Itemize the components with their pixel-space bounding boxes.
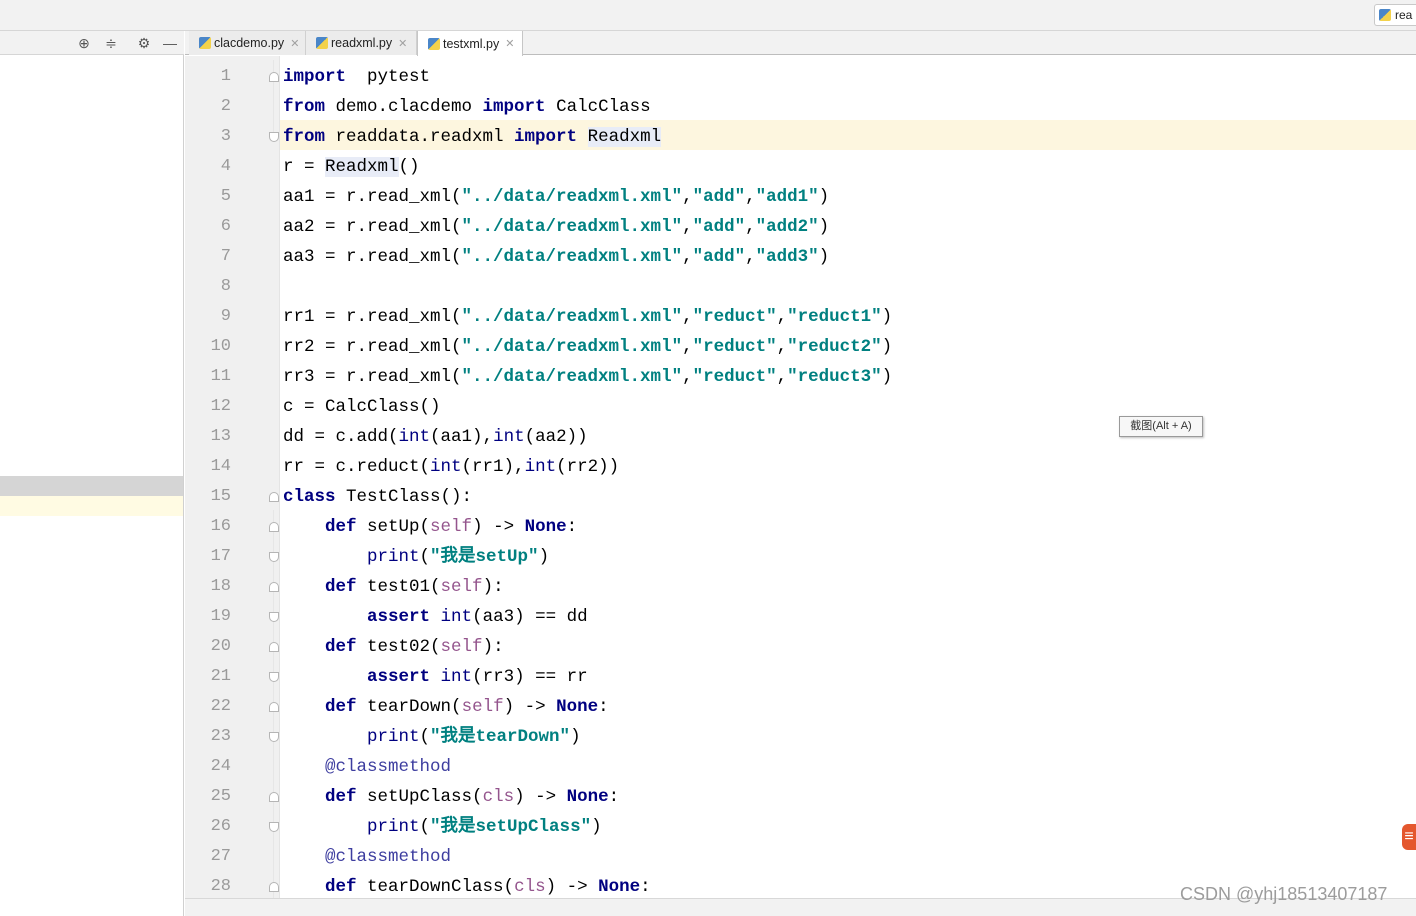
code-line[interactable]: rr1 = r.read_xml("../data/readxml.xml","… bbox=[283, 302, 892, 332]
line-number: 6 bbox=[220, 217, 231, 236]
fold-marker-icon[interactable] bbox=[269, 612, 279, 622]
line-number: 25 bbox=[210, 787, 231, 806]
watermark: CSDN @yhj18513407187 bbox=[1180, 884, 1388, 904]
line-number: 5 bbox=[220, 187, 231, 206]
line-number: 20 bbox=[210, 637, 231, 656]
code-line[interactable]: assert int(rr3) == rr bbox=[283, 662, 588, 692]
line-number: 15 bbox=[210, 487, 231, 506]
code-line[interactable]: import pytest bbox=[283, 62, 430, 92]
code-line[interactable]: class TestClass(): bbox=[283, 482, 472, 512]
code-line[interactable]: print("我是setUp") bbox=[283, 542, 549, 572]
code-line[interactable]: dd = c.add(int(aa1),int(aa2)) bbox=[283, 422, 588, 452]
code-line[interactable]: aa1 = r.read_xml("../data/readxml.xml","… bbox=[283, 182, 829, 212]
line-number: 26 bbox=[210, 817, 231, 836]
fold-marker-icon[interactable] bbox=[269, 702, 279, 712]
code-line[interactable]: def test02(self): bbox=[283, 632, 504, 662]
line-number: 11 bbox=[210, 367, 231, 386]
line-number: 27 bbox=[210, 847, 231, 866]
selected-tree-row[interactable] bbox=[0, 476, 183, 496]
code-line[interactable]: def test01(self): bbox=[283, 572, 504, 602]
code-line[interactable]: @classmethod bbox=[283, 842, 451, 872]
line-number: 1 bbox=[220, 67, 231, 86]
collapse-icon[interactable]: ≑ bbox=[103, 35, 119, 51]
top-toolbar: rea bbox=[0, 0, 1416, 31]
tab-label: readxml.py bbox=[331, 36, 393, 50]
line-number: 12 bbox=[210, 397, 231, 416]
fold-marker-icon[interactable] bbox=[269, 492, 279, 502]
project-panel-toolbar: ⊕ ≑ ⚙ — bbox=[0, 31, 184, 55]
caret-row-highlight bbox=[0, 496, 183, 516]
line-number: 3 bbox=[220, 127, 231, 146]
close-icon[interactable]: ✕ bbox=[398, 37, 407, 50]
fold-marker-icon[interactable] bbox=[269, 522, 279, 532]
tab-clacdemo[interactable]: clacdemo.py ✕ bbox=[189, 31, 306, 55]
run-config-selector[interactable]: rea bbox=[1374, 4, 1416, 26]
tab-readxml[interactable]: readxml.py ✕ bbox=[306, 31, 417, 55]
line-number: 8 bbox=[220, 277, 231, 296]
line-number: 18 bbox=[210, 577, 231, 596]
code-line[interactable]: aa3 = r.read_xml("../data/readxml.xml","… bbox=[283, 242, 829, 272]
fold-marker-icon[interactable] bbox=[269, 732, 279, 742]
fold-marker-icon[interactable] bbox=[269, 132, 279, 142]
line-number: 17 bbox=[210, 547, 231, 566]
fold-marker-icon[interactable] bbox=[269, 552, 279, 562]
line-number: 13 bbox=[210, 427, 231, 446]
line-number: 16 bbox=[210, 517, 231, 536]
code-line[interactable]: def setUp(self) -> None: bbox=[283, 512, 577, 542]
python-file-icon bbox=[428, 37, 440, 50]
close-icon[interactable]: ✕ bbox=[505, 37, 514, 50]
line-number: 23 bbox=[210, 727, 231, 746]
code-line[interactable]: r = Readxml() bbox=[283, 152, 420, 182]
fold-marker-icon[interactable] bbox=[269, 582, 279, 592]
code-line[interactable]: def tearDownClass(cls) -> None: bbox=[283, 872, 651, 898]
code-line[interactable]: rr = c.reduct(int(rr1),int(rr2)) bbox=[283, 452, 619, 482]
code-line[interactable]: print("我是tearDown") bbox=[283, 722, 581, 752]
fold-marker-icon[interactable] bbox=[269, 72, 279, 82]
plugin-badge-icon[interactable]: ≡ bbox=[1402, 824, 1416, 850]
code-line[interactable]: aa2 = r.read_xml("../data/readxml.xml","… bbox=[283, 212, 829, 242]
code-line[interactable]: from readdata.readxml import Readxml bbox=[283, 122, 662, 152]
code-line[interactable]: print("我是setUpClass") bbox=[283, 812, 602, 842]
code-line[interactable]: def tearDown(self) -> None: bbox=[283, 692, 609, 722]
code-line[interactable]: c = CalcClass() bbox=[283, 392, 441, 422]
fold-marker-icon[interactable] bbox=[269, 882, 279, 892]
code-line[interactable]: @classmethod bbox=[283, 752, 451, 782]
tab-testxml[interactable]: testxml.py ✕ bbox=[417, 31, 523, 56]
line-number: 4 bbox=[220, 157, 231, 176]
line-number: 2 bbox=[220, 97, 231, 116]
line-number: 7 bbox=[220, 247, 231, 266]
gear-icon[interactable]: ⚙ bbox=[136, 35, 152, 51]
minimize-icon[interactable]: — bbox=[162, 35, 178, 51]
code-line[interactable]: rr2 = r.read_xml("../data/readxml.xml","… bbox=[283, 332, 892, 362]
fold-marker-icon[interactable] bbox=[269, 642, 279, 652]
close-icon[interactable]: ✕ bbox=[290, 37, 299, 50]
code-line[interactable]: from demo.clacdemo import CalcClass bbox=[283, 92, 651, 122]
python-file-icon bbox=[1379, 9, 1391, 21]
python-file-icon bbox=[316, 37, 328, 49]
code-line[interactable]: def setUpClass(cls) -> None: bbox=[283, 782, 619, 812]
line-number: 10 bbox=[210, 337, 231, 356]
code-line[interactable]: assert int(aa3) == dd bbox=[283, 602, 588, 632]
tab-label: clacdemo.py bbox=[214, 36, 285, 50]
line-number: 21 bbox=[210, 667, 231, 686]
python-file-icon bbox=[199, 37, 211, 49]
screenshot-tooltip: 截图(Alt + A) bbox=[1119, 416, 1203, 437]
locate-icon[interactable]: ⊕ bbox=[76, 35, 92, 51]
run-config-label: rea bbox=[1395, 8, 1413, 22]
code-editor[interactable]: 1 import pytest 2 from demo.clacdemo import… bbox=[185, 56, 1416, 898]
line-number: 14 bbox=[210, 457, 231, 476]
project-panel bbox=[0, 55, 184, 916]
editor-tabs: clacdemo.py ✕ readxml.py ✕ testxml.py ✕ bbox=[185, 31, 1416, 56]
fold-marker-icon[interactable] bbox=[269, 792, 279, 802]
line-number: 9 bbox=[220, 307, 231, 326]
line-number: 28 bbox=[210, 877, 231, 896]
line-number: 19 bbox=[210, 607, 231, 626]
line-number: 24 bbox=[210, 757, 231, 776]
fold-marker-icon[interactable] bbox=[269, 672, 279, 682]
code-line[interactable]: rr3 = r.read_xml("../data/readxml.xml","… bbox=[283, 362, 892, 392]
tab-label: testxml.py bbox=[443, 36, 500, 51]
line-number: 22 bbox=[210, 697, 231, 716]
fold-marker-icon[interactable] bbox=[269, 822, 279, 832]
